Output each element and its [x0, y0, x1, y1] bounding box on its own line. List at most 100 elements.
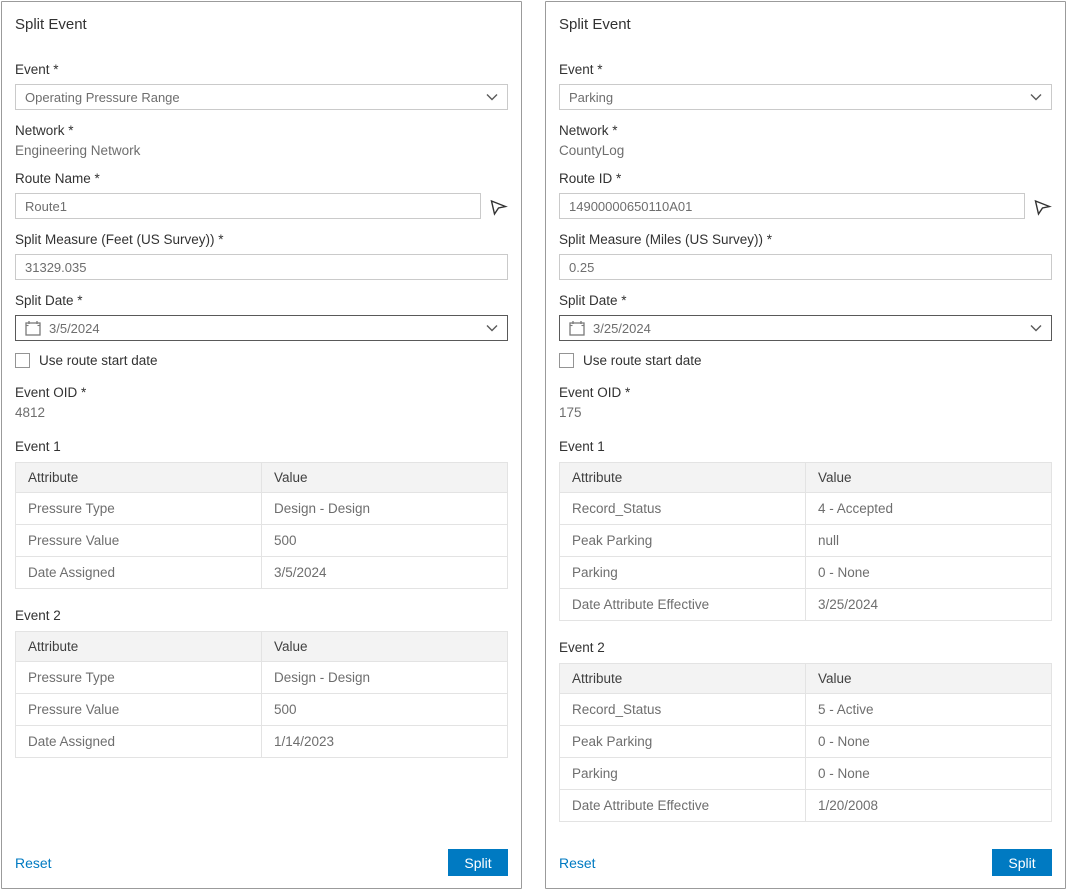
- event-oid-label: Event OID *: [15, 385, 508, 400]
- table-row: Pressure Value500: [16, 525, 508, 557]
- event-oid-value: 4812: [15, 405, 508, 420]
- event-select[interactable]: Parking: [559, 84, 1052, 110]
- event-2-title: Event 2: [15, 608, 508, 623]
- table-cell: 1/20/2008: [806, 790, 1052, 822]
- network-value: Engineering Network: [15, 143, 508, 158]
- table-cell: 3/5/2024: [262, 557, 508, 589]
- event-label: Event *: [559, 62, 1052, 77]
- table-cell: Pressure Type: [16, 662, 262, 694]
- page-title: Split Event: [559, 14, 1052, 33]
- table-cell: 5 - Active: [806, 694, 1052, 726]
- table-row: Record_Status4 - Accepted: [560, 493, 1052, 525]
- split-date-value: 3/25/2024: [593, 321, 1022, 336]
- split-date-combobox[interactable]: 3/5/2024: [15, 315, 508, 341]
- split-measure-label: Split Measure (Feet (US Survey)) *: [15, 232, 508, 247]
- select-route-on-map-button[interactable]: [1032, 195, 1052, 217]
- table-row: Date Attribute Effective1/20/2008: [560, 790, 1052, 822]
- reset-link[interactable]: Reset: [15, 855, 52, 871]
- chevron-down-icon: [486, 93, 498, 101]
- event-select-value: Parking: [569, 90, 1022, 105]
- table-cell: 500: [262, 525, 508, 557]
- route-label: Route ID *: [559, 171, 1052, 186]
- table-cell: null: [806, 525, 1052, 557]
- table-cell: Record_Status: [560, 694, 806, 726]
- table-cell: Parking: [560, 758, 806, 790]
- split-date-combobox[interactable]: 3/25/2024: [559, 315, 1052, 341]
- table-cell: Date Assigned: [16, 557, 262, 589]
- event-1-title: Event 1: [15, 439, 508, 454]
- table-cell: Pressure Value: [16, 694, 262, 726]
- event-1-table: Attribute Value Record_Status4 - Accepte…: [559, 462, 1052, 621]
- reset-link[interactable]: Reset: [559, 855, 596, 871]
- use-route-start-date-label: Use route start date: [583, 353, 702, 368]
- map-pointer-icon: [1033, 197, 1052, 216]
- chevron-down-icon: [1030, 93, 1042, 101]
- panel-footer: Reset Split: [559, 839, 1052, 876]
- calendar-icon: [569, 320, 585, 336]
- use-route-start-date-checkbox[interactable]: [559, 353, 574, 368]
- table-cell: 1/14/2023: [262, 726, 508, 758]
- use-route-start-date-checkbox[interactable]: [15, 353, 30, 368]
- network-value: CountyLog: [559, 143, 1052, 158]
- table-header-row: Attribute Value: [560, 664, 1052, 694]
- panel-footer: Reset Split: [15, 839, 508, 876]
- map-pointer-icon: [489, 197, 508, 216]
- table-cell: Parking: [560, 557, 806, 589]
- table-cell: 0 - None: [806, 557, 1052, 589]
- event-1-table: Attribute Value Pressure TypeDesign - De…: [15, 462, 508, 589]
- value-column-header: Value: [806, 664, 1052, 694]
- split-date-label: Split Date *: [15, 293, 508, 308]
- route-input[interactable]: [559, 193, 1025, 219]
- select-route-on-map-button[interactable]: [488, 195, 508, 217]
- table-row: Peak Parking0 - None: [560, 726, 1052, 758]
- table-row: Pressure Value500: [16, 694, 508, 726]
- table-header-row: Attribute Value: [16, 632, 508, 662]
- event-2-title: Event 2: [559, 640, 1052, 655]
- table-cell: Date Attribute Effective: [560, 790, 806, 822]
- table-cell: Pressure Type: [16, 493, 262, 525]
- split-event-panel-left: Split Event Event * Operating Pressure R…: [1, 1, 522, 889]
- chevron-down-icon: [1030, 324, 1042, 332]
- network-label: Network *: [15, 123, 508, 138]
- table-cell: Record_Status: [560, 493, 806, 525]
- table-cell: Design - Design: [262, 493, 508, 525]
- table-row: Parking0 - None: [560, 557, 1052, 589]
- table-header-row: Attribute Value: [16, 463, 508, 493]
- event-1-title: Event 1: [559, 439, 1052, 454]
- chevron-down-icon: [486, 324, 498, 332]
- event-oid-label: Event OID *: [559, 385, 1052, 400]
- split-measure-input[interactable]: [559, 254, 1052, 280]
- table-cell: Date Attribute Effective: [560, 589, 806, 621]
- use-route-start-date-row: Use route start date: [15, 353, 508, 368]
- split-date-value: 3/5/2024: [49, 321, 478, 336]
- table-cell: 0 - None: [806, 726, 1052, 758]
- table-row: Parking0 - None: [560, 758, 1052, 790]
- network-label: Network *: [559, 123, 1052, 138]
- split-button[interactable]: Split: [448, 849, 508, 876]
- attribute-column-header: Attribute: [560, 664, 806, 694]
- value-column-header: Value: [262, 632, 508, 662]
- event-select[interactable]: Operating Pressure Range: [15, 84, 508, 110]
- route-input[interactable]: [15, 193, 481, 219]
- value-column-header: Value: [262, 463, 508, 493]
- split-event-panels: Split Event Event * Operating Pressure R…: [0, 0, 1067, 890]
- table-cell: Peak Parking: [560, 726, 806, 758]
- event-2-table: Attribute Value Pressure TypeDesign - De…: [15, 631, 508, 758]
- use-route-start-date-row: Use route start date: [559, 353, 1052, 368]
- event-2-table: Attribute Value Record_Status5 - ActiveP…: [559, 663, 1052, 822]
- route-row: [559, 193, 1052, 219]
- split-measure-input[interactable]: [15, 254, 508, 280]
- table-row: Date Assigned1/14/2023: [16, 726, 508, 758]
- split-date-label: Split Date *: [559, 293, 1052, 308]
- table-cell: Design - Design: [262, 662, 508, 694]
- split-button[interactable]: Split: [992, 849, 1052, 876]
- table-cell: Pressure Value: [16, 525, 262, 557]
- attribute-column-header: Attribute: [16, 632, 262, 662]
- event-label: Event *: [15, 62, 508, 77]
- page-title: Split Event: [15, 14, 508, 33]
- attribute-column-header: Attribute: [560, 463, 806, 493]
- table-row: Record_Status5 - Active: [560, 694, 1052, 726]
- table-row: Peak Parkingnull: [560, 525, 1052, 557]
- calendar-icon: [25, 320, 41, 336]
- route-row: [15, 193, 508, 219]
